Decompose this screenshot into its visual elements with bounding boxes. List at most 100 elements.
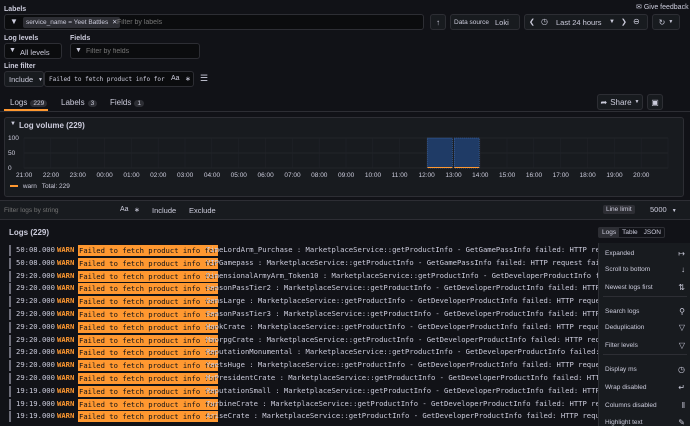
upload-button[interactable]: ↑ — [430, 14, 446, 30]
x-tick-label: 00:00 — [96, 172, 113, 179]
time-picker[interactable]: ❮ ◷ Last 24 hours ▼ ❯ ⊖ — [524, 14, 648, 30]
log-row[interactable]: 50:08.000 WARN Failed to fetch product inf… — [0, 244, 598, 257]
x-tick-label: 06:00 — [257, 172, 274, 179]
log-level: WARN — [57, 270, 75, 280]
chevron-down-icon: ▼ — [668, 19, 674, 25]
log-timestamp: 29:20.000 — [16, 270, 55, 280]
line-filter-input[interactable]: Failed to fetch product info for Aa ∗ — [44, 71, 194, 87]
clock-icon: ◷ — [541, 17, 548, 26]
regex-icon[interactable]: ∗ — [185, 75, 191, 83]
log-row[interactable]: 29:20.000 WARN Failed to fetch product inf… — [0, 321, 598, 334]
refresh-button[interactable]: ↻ ▼ — [652, 14, 680, 30]
fields-filter-input[interactable] — [86, 46, 196, 57]
level-indicator — [9, 334, 11, 346]
log-row[interactable]: 29:20.000 WARN Failed to fetch product inf… — [0, 359, 598, 372]
menu-item-search-logs[interactable]: Search logs ⚲ — [599, 304, 689, 320]
tab-fields[interactable]: Fields 1 — [110, 98, 144, 107]
menu-item-label: Display ms — [605, 366, 637, 373]
menu-item-wrap-disabled[interactable]: Wrap disabled ↵ — [599, 380, 689, 396]
menu-item-filter-levels[interactable]: Filter levels ▽ — [599, 338, 689, 354]
x-tick-label: 17:00 — [552, 172, 569, 179]
log-row[interactable]: 29:20.000 WARN Failed to fetch product inf… — [0, 295, 598, 308]
string-filter-input[interactable] — [4, 204, 114, 216]
time-forward-icon[interactable]: ❯ — [621, 18, 627, 26]
case-sensitive-toggle[interactable]: Aa — [120, 206, 129, 213]
log-row[interactable]: 29:20.000 WARN Failed to fetch product inf… — [0, 334, 598, 347]
x-tick-label: 07:00 — [284, 172, 301, 179]
menu-item-newest-logs-first[interactable]: Newest logs first ⇅ — [599, 280, 689, 296]
filter-icon: ▼ — [75, 47, 82, 54]
log-row[interactable]: 19:19.000 WARN Failed to fetch product inf… — [0, 410, 598, 423]
x-tick-label: 11:00 — [391, 172, 408, 179]
log-row[interactable]: 19:19.000 WARN Failed to fetch product inf… — [0, 385, 598, 398]
label-chip[interactable]: service_name = Yeet Battles ✕ — [23, 17, 121, 28]
log-message: AriseCrate : MarketplaceService::getProd… — [206, 411, 598, 421]
log-levels-select[interactable]: ▼ All levels — [4, 43, 62, 59]
menu-item-label: Search logs — [605, 308, 640, 315]
menu-item-label: Highlight text — [605, 419, 643, 426]
log-row[interactable]: 29:20.000 WARN Failed to fetch product inf… — [0, 270, 598, 283]
menu-item-scroll-to-bottom[interactable]: Scroll to bottom ↓ — [599, 262, 689, 278]
log-message: TimeLordArm_Purchase : MarketplaceServic… — [206, 245, 598, 254]
log-volume-title: Log volume (229) — [19, 121, 85, 130]
log-row[interactable]: 29:20.000 WARN Failed to fetch product inf… — [0, 282, 598, 295]
menu-item-deduplication[interactable]: Deduplication ▽ — [599, 320, 689, 336]
share-button[interactable]: ➦ Share ▼ — [597, 94, 643, 110]
save-button[interactable]: ▣ — [647, 94, 663, 110]
zoom-out-icon[interactable]: ⊖ — [633, 17, 640, 26]
include-button[interactable]: Include — [152, 206, 176, 215]
collapse-chevron-icon[interactable]: ▼ — [10, 121, 16, 127]
y-tick-label: 100 — [8, 135, 19, 142]
log-view-switch[interactable]: Logs Table JSON — [598, 227, 665, 238]
log-highlight: Failed to fetch product info for — [78, 309, 219, 320]
line-filter-mode[interactable]: Include ▼ — [4, 71, 44, 87]
case-sensitive-toggle[interactable]: Aa — [171, 75, 180, 82]
log-message: SeasonPassTier3 : MarketplaceService::ge… — [206, 309, 598, 318]
filter-levels-icon: ▽ — [678, 341, 685, 350]
labels-filter-input[interactable] — [117, 17, 317, 28]
log-row[interactable]: 29:20.000 WARN Failed to fetch product inf… — [0, 346, 598, 359]
menu-item-label: Expanded — [605, 250, 635, 257]
exclude-button[interactable]: Exclude — [189, 206, 216, 215]
filter-options-icon[interactable]: ☰ — [200, 73, 208, 84]
log-row[interactable]: 50:08.000 WARN Failed to fetch product inf… — [0, 257, 598, 270]
menu-item-highlight-text[interactable]: Highlight text ✎ — [599, 415, 689, 426]
volume-bar[interactable] — [454, 137, 480, 169]
log-level: WARN — [57, 385, 75, 395]
log-row[interactable]: 19:19.000 WARN Failed to fetch product inf… — [0, 398, 598, 411]
log-options-menu: Expanded ↦ Scroll to bottom ↓ Newest logs fi… — [598, 243, 690, 426]
log-level: WARN — [57, 245, 75, 254]
log-level: WARN — [57, 296, 75, 306]
menu-divider — [603, 296, 687, 297]
menu-item-columns-disabled[interactable]: Columns disabled ‖ — [599, 398, 689, 414]
tab-logs[interactable]: Logs 229 — [10, 98, 48, 107]
menu-item-display-ms[interactable]: Display ms ◷ — [599, 362, 689, 378]
x-tick-label: 12:00 — [418, 172, 435, 179]
log-timestamp: 29:20.000 — [16, 373, 55, 382]
log-timestamp: 29:20.000 — [16, 283, 55, 293]
volume-bar[interactable] — [427, 137, 453, 169]
datasource-picker[interactable]: Data source Loki — [450, 14, 520, 30]
menu-item-expanded[interactable]: Expanded ↦ — [599, 246, 689, 262]
log-highlight: Failed to fetch product info for — [78, 398, 219, 410]
x-tick-label: 04:00 — [203, 172, 221, 179]
log-row[interactable]: 29:20.000 WARN Failed to fetch product inf… — [0, 308, 598, 321]
view-json[interactable]: JSON — [641, 228, 664, 237]
level-indicator — [9, 270, 11, 282]
tab-labels[interactable]: Labels 3 — [61, 98, 98, 107]
fields-filter[interactable]: ▼ — [70, 43, 200, 59]
log-timestamp: 19:19.000 — [16, 398, 55, 408]
filter-icon: ▽ — [678, 323, 685, 332]
log-row[interactable]: 29:20.000 WARN Failed to fetch product inf… — [0, 372, 598, 385]
regex-icon[interactable]: ∗ — [134, 206, 140, 214]
give-feedback-link[interactable]: ✉ Give feedback — [636, 3, 689, 11]
log-message: TurbineCrate : MarketplaceService::getPr… — [206, 398, 598, 408]
view-logs[interactable]: Logs — [599, 228, 620, 237]
time-back-icon[interactable]: ❮ — [529, 18, 535, 26]
view-table[interactable]: Table — [619, 228, 641, 237]
level-indicator — [9, 398, 11, 410]
line-limit-select[interactable]: 5000 ▼ — [650, 205, 677, 214]
labels-filter-bar[interactable]: ▼ service_name = Yeet Battles ✕ — [4, 14, 424, 30]
menu-divider — [603, 354, 687, 355]
log-message: VIPGamepass : MarketplaceService::getPro… — [206, 257, 598, 267]
